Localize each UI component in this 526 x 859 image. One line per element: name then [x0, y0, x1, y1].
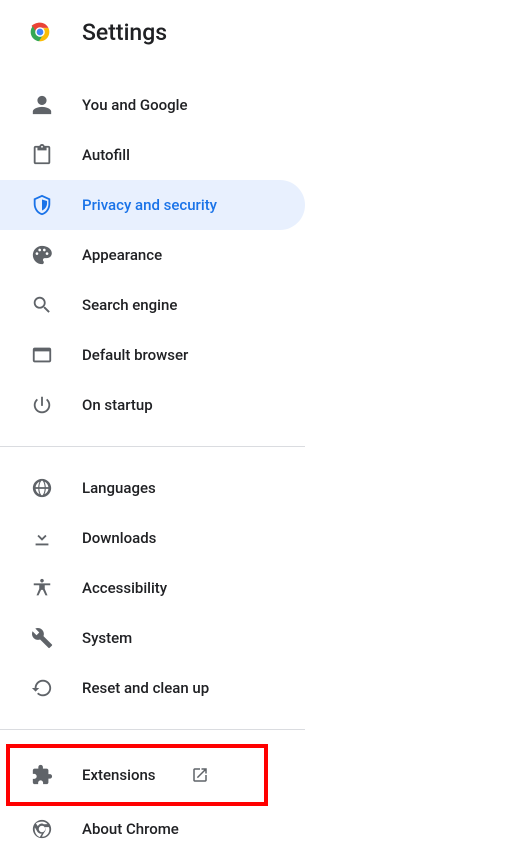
nav-label: Extensions [82, 766, 156, 784]
nav-appearance[interactable]: Appearance [0, 230, 305, 280]
extension-icon [30, 763, 54, 787]
nav-about-chrome[interactable]: About Chrome [0, 804, 305, 854]
nav-extensions[interactable]: Extensions [8, 750, 266, 800]
nav-on-startup[interactable]: On startup [0, 380, 305, 430]
nav-label: Downloads [82, 529, 156, 547]
reset-icon [30, 676, 54, 700]
power-icon [30, 393, 54, 417]
chrome-logo-icon [26, 18, 54, 46]
search-icon [30, 293, 54, 317]
external-link-icon [190, 765, 210, 785]
chrome-outline-icon [30, 817, 54, 841]
person-icon [30, 93, 54, 117]
shield-icon [30, 193, 54, 217]
nav-label: Reset and clean up [82, 679, 209, 697]
settings-header: Settings [0, 0, 526, 76]
nav-label: Autofill [82, 146, 130, 164]
nav-label: About Chrome [82, 820, 179, 838]
globe-icon [30, 476, 54, 500]
nav-label: Privacy and security [82, 196, 217, 214]
nav-system[interactable]: System [0, 613, 305, 663]
nav-label: Default browser [82, 346, 188, 364]
wrench-icon [30, 626, 54, 650]
settings-nav: You and Google Autofill Privacy and secu… [0, 76, 526, 854]
nav-label: Appearance [82, 246, 162, 264]
nav-you-and-google[interactable]: You and Google [0, 80, 305, 130]
nav-divider [0, 729, 305, 730]
nav-divider [0, 446, 305, 447]
nav-label: Languages [82, 479, 156, 497]
nav-reset-cleanup[interactable]: Reset and clean up [0, 663, 305, 713]
nav-label: Search engine [82, 296, 177, 314]
nav-search-engine[interactable]: Search engine [0, 280, 305, 330]
accessibility-icon [30, 576, 54, 600]
nav-label: System [82, 629, 132, 647]
nav-languages[interactable]: Languages [0, 463, 305, 513]
nav-accessibility[interactable]: Accessibility [0, 563, 305, 613]
highlight-annotation: Extensions [8, 746, 266, 804]
browser-icon [30, 343, 54, 367]
nav-label: On startup [82, 396, 153, 414]
nav-label: You and Google [82, 96, 187, 114]
nav-privacy-security[interactable]: Privacy and security [0, 180, 305, 230]
nav-default-browser[interactable]: Default browser [0, 330, 305, 380]
nav-label: Accessibility [82, 579, 167, 597]
clipboard-icon [30, 143, 54, 167]
palette-icon [30, 243, 54, 267]
nav-autofill[interactable]: Autofill [0, 130, 305, 180]
download-icon [30, 526, 54, 550]
page-title: Settings [82, 19, 167, 46]
nav-downloads[interactable]: Downloads [0, 513, 305, 563]
